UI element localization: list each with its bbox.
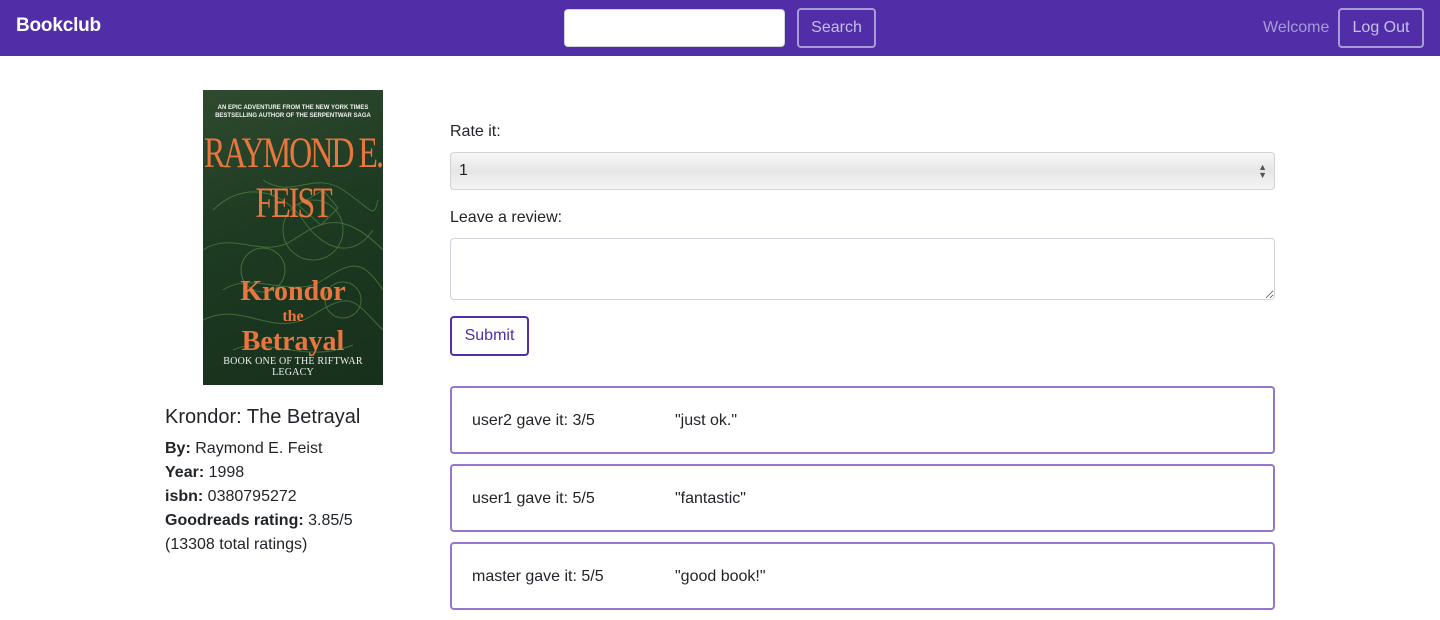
review-author-rating: master gave it: 5/5 [472,568,604,585]
logout-button[interactable]: Log Out [1338,8,1424,48]
review-textarea[interactable] [450,238,1275,300]
search-input[interactable] [564,9,785,47]
welcome-text: Welcome [1263,19,1330,36]
year-value: 1998 [208,464,245,481]
review-text: "just ok." [675,412,738,429]
review-card: user2 gave it: 3/5 "just ok." [450,386,1275,454]
navbar: Bookclub Search Welcome Log Out [0,0,1440,56]
cover-title-top: Krondor [240,276,346,307]
cover-title-bottom: Betrayal [241,326,345,357]
author-label: By: [165,440,191,457]
book-goodreads-row: Goodreads rating: 3.85/5 [165,511,353,531]
brand-link[interactable]: Bookclub [16,15,101,37]
rate-label: Rate it: [450,123,501,140]
rating-select-value: 1 [459,162,468,179]
book-author-row: By: Raymond E. Feist [165,439,322,459]
review-card: master gave it: 5/5 "good book!" [450,542,1275,610]
book-isbn-row: isbn: 0380795272 [165,487,297,507]
book-total-ratings: (13308 total ratings) [165,536,308,553]
review-text: "fantastic" [675,490,746,507]
book-cover-image: AN EPIC ADVENTURE FROM THE NEW YORK TIME… [203,90,383,385]
goodreads-value: 3.85/5 [308,512,353,529]
isbn-value: 0380795272 [207,488,297,505]
review-label: Leave a review: [450,209,563,226]
author-value: Raymond E. Feist [195,440,323,457]
search-button[interactable]: Search [797,8,876,48]
submit-button[interactable]: Submit [450,316,529,356]
cover-tagline: AN EPIC ADVENTURE FROM THE NEW YORK TIME… [215,105,371,119]
review-author-rating: user2 gave it: 3/5 [472,412,595,429]
year-label: Year: [165,464,205,481]
review-text: "good book!" [675,568,766,585]
goodreads-label: Goodreads rating: [165,512,304,529]
review-author-rating: user1 gave it: 5/5 [472,490,595,507]
review-card: user1 gave it: 5/5 "fantastic" [450,464,1275,532]
book-year-row: Year: 1998 [165,463,244,483]
book-title: Krondor: The Betrayal [165,406,361,428]
rating-select[interactable]: 1 ▲ ▼ [450,152,1275,190]
isbn-label: isbn: [165,488,204,505]
cover-title-the: the [282,308,304,325]
cover-author: RAYMOND E. FEIST [204,128,383,227]
select-arrows-icon: ▲ ▼ [1258,162,1267,180]
cover-series: BOOK ONE OF THE RIFTWAR LEGACY [223,356,363,378]
